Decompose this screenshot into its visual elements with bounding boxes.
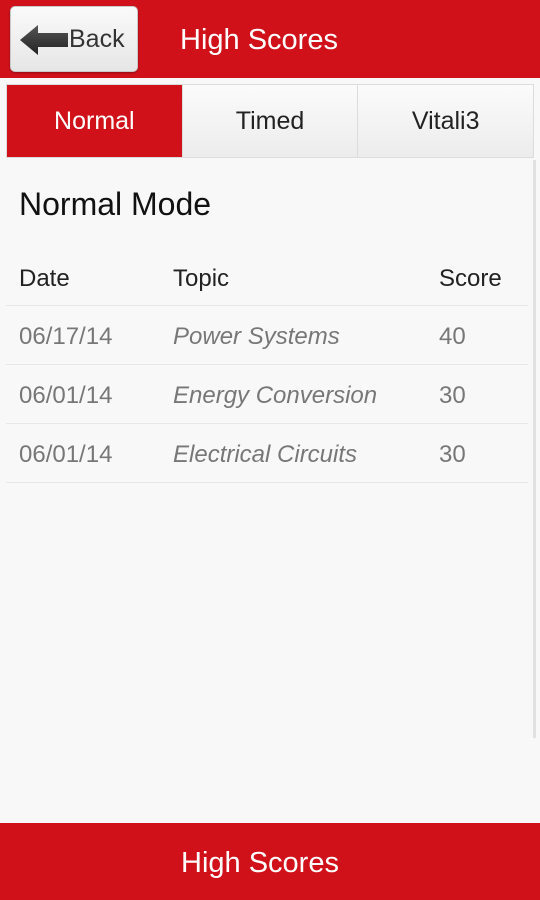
page-title: High Scores <box>180 24 338 56</box>
table-row: 06/01/14 Electrical Circuits 30 <box>6 424 528 483</box>
row-score: 30 <box>439 441 466 468</box>
row-date: 06/17/14 <box>19 323 113 350</box>
column-header-date: Date <box>19 265 70 292</box>
table-header-row: Date Topic Score <box>6 248 528 306</box>
row-date: 06/01/14 <box>19 441 113 468</box>
table-row: 06/17/14 Power Systems 40 <box>6 306 528 365</box>
tab-vitali3[interactable]: Vitali3 <box>357 85 534 157</box>
row-score: 40 <box>439 323 466 350</box>
column-header-score: Score <box>439 265 502 292</box>
section-title: Normal Mode <box>19 186 212 222</box>
row-topic: Electrical Circuits <box>173 441 358 468</box>
app-footer: High Scores <box>0 823 540 900</box>
row-score: 30 <box>439 382 466 409</box>
tab-normal[interactable]: Normal <box>7 85 182 157</box>
row-topic: Power Systems <box>173 323 340 350</box>
column-header-topic: Topic <box>173 265 230 292</box>
tab-timed[interactable]: Timed <box>181 85 358 157</box>
table-row: 06/01/14 Energy Conversion 30 <box>6 365 528 424</box>
app-header: Back High Scores <box>0 0 540 78</box>
scrollbar[interactable] <box>533 160 536 738</box>
back-button[interactable]: Back <box>10 6 138 72</box>
row-date: 06/01/14 <box>19 382 113 409</box>
footer-title: High Scores <box>181 847 339 879</box>
back-label: Back <box>69 25 125 53</box>
back-arrow-icon <box>20 25 68 55</box>
row-topic: Energy Conversion <box>173 382 378 409</box>
mode-tabs: Normal Timed Vitali3 <box>6 84 534 158</box>
scores-table: Date Topic Score 06/17/14 Power Systems … <box>6 248 528 483</box>
